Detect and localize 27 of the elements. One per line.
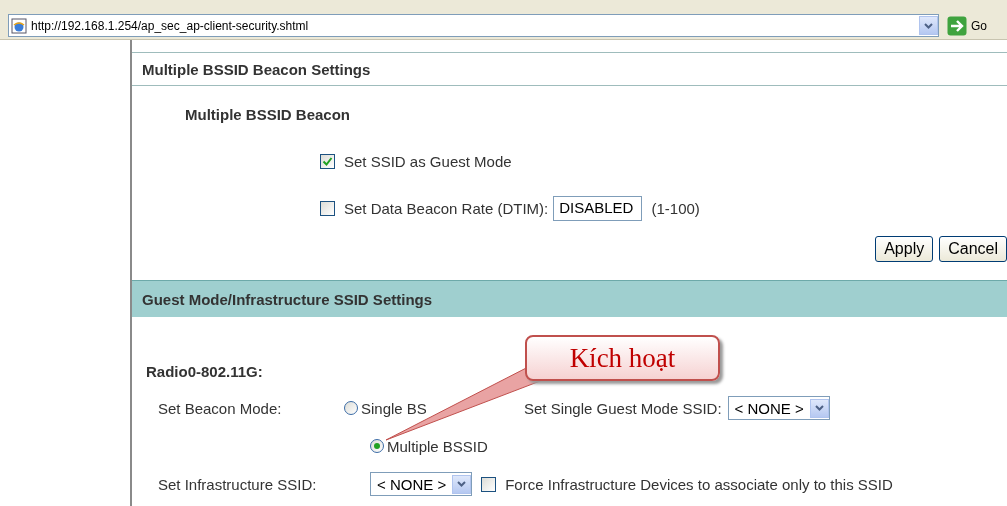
- checkbox[interactable]: [481, 476, 497, 492]
- cancel-button[interactable]: Cancel: [939, 236, 1007, 262]
- page-icon: [11, 17, 27, 34]
- section-header: Multiple BSSID Beacon Settings: [132, 52, 1007, 86]
- field-label: Set Single Guest Mode SSID:: [524, 399, 722, 417]
- radio-button[interactable]: [344, 401, 358, 415]
- field-label: Set Beacon Mode:: [157, 399, 283, 417]
- radio-button[interactable]: [370, 439, 384, 453]
- radio-label: Single BS: [361, 399, 427, 417]
- checkbox[interactable]: [320, 153, 335, 169]
- option-label: Set SSID as Guest Mode: [344, 152, 512, 170]
- callout: Kích hoạt: [525, 335, 720, 381]
- radio-title: Radio0-802.11G:: [146, 363, 263, 382]
- dtim-field[interactable]: DISABLED: [553, 195, 643, 221]
- radio-label: Multiple BSSID: [387, 437, 488, 455]
- section-header: Guest Mode/Infrastructure SSID Settings: [132, 280, 1007, 317]
- go-button[interactable]: Go: [945, 14, 1001, 37]
- section-subtitle: Multiple BSSID Beacon: [184, 105, 352, 125]
- guest-ssid-select[interactable]: < NONE >: [727, 396, 830, 420]
- infrastructure-ssid-select[interactable]: < NONE >: [370, 472, 473, 496]
- field-label: Set Infrastructure SSID:: [157, 475, 318, 493]
- option-label: Force Infrastructure Devices to associate only to this SSID: [505, 475, 893, 493]
- range-hint: (1-100): [651, 199, 700, 217]
- checkbox[interactable]: [320, 200, 335, 216]
- option-label: Set Data Beacon Rate (DTIM):: [344, 199, 549, 217]
- apply-button[interactable]: Apply: [875, 236, 934, 262]
- address-field[interactable]: http://192.168.1.254/ap_sec_ap-client-security.shtml: [8, 14, 939, 37]
